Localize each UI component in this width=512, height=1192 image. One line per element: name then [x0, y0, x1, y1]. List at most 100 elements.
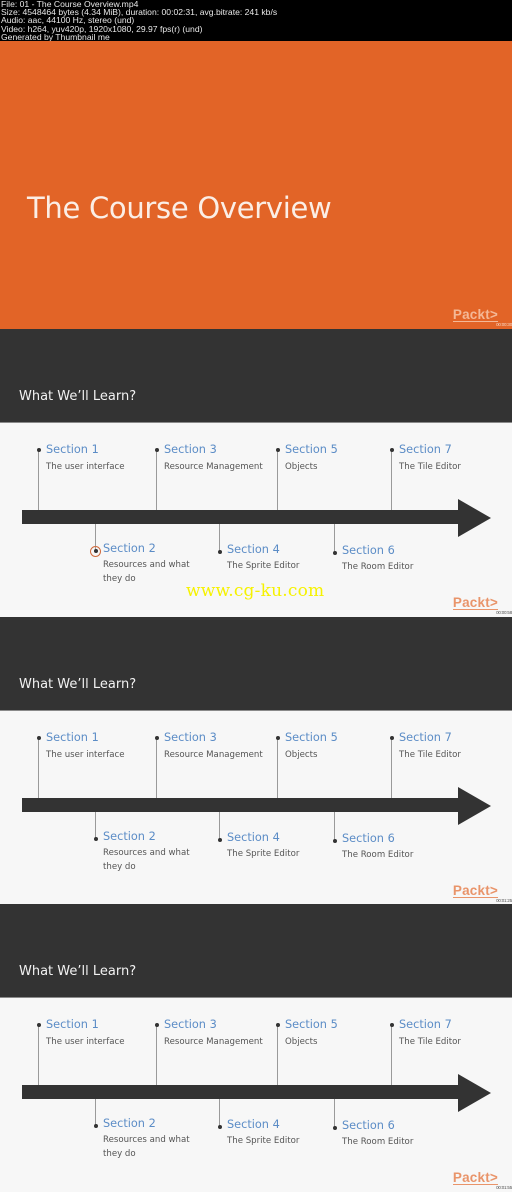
frame-heading: What We’ll Learn? [19, 964, 137, 979]
timeline-arrowhead [458, 499, 491, 537]
section-title: Section 2 [103, 830, 156, 843]
timeline-frame-2: What We’ll Learn? Section 1 The user inte… [0, 617, 512, 905]
timeline-frame-1: What We’ll Learn? Section 1 The user inte… [0, 329, 512, 617]
section-connector [156, 450, 157, 510]
section-title: Section 3 [164, 731, 217, 744]
section-description: The user interface [46, 462, 125, 472]
section-marker [154, 1023, 159, 1027]
section-marker [36, 448, 41, 452]
section-marker [389, 1023, 394, 1027]
section-description: Resources and what they do [103, 1135, 190, 1159]
section-description: The Sprite Editor [227, 849, 300, 859]
title-slide: The Course Overview Packt> 00:00:30 [0, 41, 512, 329]
section-connector [219, 524, 220, 552]
section-marker [93, 1124, 98, 1128]
section-description: The Sprite Editor [227, 1136, 300, 1146]
slide-title: The Course Overview [27, 191, 332, 225]
timeline-arrowhead [458, 787, 491, 825]
frame-timestamp: 00:00:58 [496, 610, 512, 615]
section-connector [38, 738, 39, 798]
packt-logo: Packt> [452, 883, 498, 898]
section-connector [219, 1099, 220, 1127]
timeline: Section 1 The user interface Section 2 Reso… [0, 998, 512, 1192]
section-description: The Tile Editor [399, 750, 461, 760]
heading-band: What We’ll Learn? [0, 617, 512, 711]
section-title: Section 2 [103, 1117, 156, 1130]
packt-logo: Packt> [452, 1170, 498, 1185]
heading-band: What We’ll Learn? [0, 904, 512, 998]
section-marker [332, 839, 337, 843]
timeline-arrow-shaft [22, 1085, 460, 1099]
section-description: The user interface [46, 750, 125, 760]
section-marker [275, 736, 280, 740]
section-title: Section 7 [399, 1018, 452, 1031]
section-title: Section 6 [342, 544, 395, 557]
section-marker [217, 550, 222, 554]
section-title: Section 6 [342, 1119, 395, 1132]
section-marker [217, 838, 222, 842]
timeline: Section 1 The user interface Section 2 Reso… [0, 711, 512, 905]
section-connector [219, 812, 220, 840]
section-connector [391, 1025, 392, 1085]
section-description: The Room Editor [342, 562, 414, 572]
section-connector [391, 450, 392, 510]
section-description: Objects [285, 750, 318, 760]
section-connector [38, 1025, 39, 1085]
section-title: Section 1 [46, 1018, 99, 1031]
section-description: Resources and what they do [103, 560, 190, 584]
section-marker [389, 736, 394, 740]
info-generator: Generated by Thumbnail me [1, 31, 110, 42]
frame-heading: What We’ll Learn? [19, 389, 137, 404]
section-description: Resources and what they do [103, 848, 190, 872]
packt-logo: Packt> [452, 307, 498, 322]
heading-band: What We’ll Learn? [0, 329, 512, 423]
section-marker [275, 1023, 280, 1027]
section-connector [334, 1099, 335, 1128]
section-title: Section 1 [46, 443, 99, 456]
timeline-arrowhead [458, 1074, 491, 1112]
section-title: Section 1 [46, 731, 99, 744]
section-title: Section 6 [342, 832, 395, 845]
section-connector [38, 450, 39, 510]
section-title: Section 5 [285, 731, 338, 744]
section-marker [154, 736, 159, 740]
section-description: The Tile Editor [399, 1037, 461, 1047]
section-marker [93, 837, 98, 841]
section-title: Section 4 [227, 1118, 280, 1131]
section-marker [36, 736, 41, 740]
section-description: Resource Management [164, 1037, 263, 1047]
section-connector [156, 1025, 157, 1085]
cursor-highlight-ring [89, 545, 101, 557]
section-marker [389, 448, 394, 452]
section-title: Section 4 [227, 831, 280, 844]
section-title: Section 4 [227, 543, 280, 556]
section-title: Section 2 [103, 542, 156, 555]
section-marker [154, 448, 159, 452]
section-title: Section 7 [399, 443, 452, 456]
section-description: The Room Editor [342, 1137, 414, 1147]
section-title: Section 3 [164, 1018, 217, 1031]
section-connector [334, 812, 335, 841]
section-connector [334, 524, 335, 553]
section-connector [391, 738, 392, 798]
frame-timestamp: 00:00:30 [496, 322, 512, 327]
section-connector [95, 1099, 96, 1126]
frame-timestamp: 00:01:55 [496, 1185, 512, 1190]
section-title: Section 3 [164, 443, 217, 456]
section-marker [275, 448, 280, 452]
section-connector [95, 812, 96, 839]
section-description: Resource Management [164, 462, 263, 472]
section-title: Section 5 [285, 443, 338, 456]
section-connector [277, 1025, 278, 1085]
section-marker [332, 551, 337, 555]
section-description: Objects [285, 462, 318, 472]
timeline-arrow-shaft [22, 510, 460, 524]
timeline-arrow-shaft [22, 798, 460, 812]
section-marker [217, 1125, 222, 1129]
section-description: The Room Editor [342, 850, 414, 860]
frame-heading: What We’ll Learn? [19, 677, 137, 692]
section-connector [156, 738, 157, 798]
watermark: www.cg-ku.com [186, 581, 325, 601]
section-title: Section 7 [399, 731, 452, 744]
section-description: Resource Management [164, 750, 263, 760]
